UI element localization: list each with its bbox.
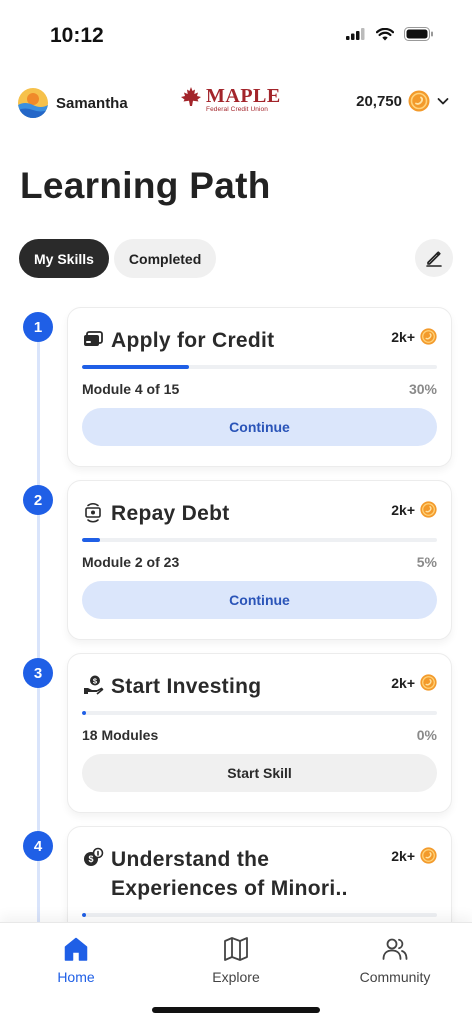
skill-reward: 2k+ xyxy=(391,328,437,345)
avatar[interactable] xyxy=(18,88,48,118)
svg-text:$: $ xyxy=(88,854,93,864)
module-count: 18 Modules xyxy=(82,727,159,743)
nav-label-community: Community xyxy=(359,969,431,985)
step-number-2: 2 xyxy=(23,485,53,515)
reward-value: 2k+ xyxy=(391,328,415,345)
user-name[interactable]: Samantha xyxy=(56,95,128,112)
progress-bar xyxy=(82,365,437,369)
skill-card-repay-debt[interactable]: Repay Debt 2k+ Module 2 of 23 5% Continu… xyxy=(67,480,452,640)
points-value: 20,750 xyxy=(356,92,402,110)
tab-my-skills[interactable]: My Skills xyxy=(19,239,109,278)
status-icons xyxy=(346,27,434,41)
progress-percent: 0% xyxy=(416,727,437,743)
skill-title: Understand the Experiences of Minori.. xyxy=(111,848,348,900)
nav-label-home: Home xyxy=(57,969,95,985)
progress-fill xyxy=(82,538,100,542)
wifi-icon xyxy=(376,27,394,40)
brand-logo: MAPLE Federal Credit Union xyxy=(180,86,281,114)
reward-value: 2k+ xyxy=(391,501,415,518)
skill-title: Apply for Credit xyxy=(111,329,275,352)
pencil-icon xyxy=(426,251,442,267)
tab-completed[interactable]: Completed xyxy=(113,239,217,278)
map-icon xyxy=(224,937,248,961)
skill-title: Start Investing xyxy=(111,675,262,698)
skill-reward: 2k+ xyxy=(391,847,437,864)
home-indicator xyxy=(152,1007,320,1013)
avatar-image xyxy=(18,88,48,118)
skill-reward: 2k+ xyxy=(391,674,437,691)
skill-card-start-investing[interactable]: $ Start Investing 2k+ 18 Modules 0% Star… xyxy=(67,653,452,813)
start-skill-button[interactable]: Start Skill xyxy=(82,754,437,792)
reward-value: 2k+ xyxy=(391,847,415,864)
page-title: Learning Path xyxy=(20,165,271,206)
coin-icon xyxy=(408,90,430,112)
skill-card-apply-for-credit[interactable]: Apply for Credit 2k+ Module 4 of 15 30% … xyxy=(67,307,452,467)
progress-bar xyxy=(82,538,437,542)
step-number-4: 4 xyxy=(23,831,53,861)
reward-value: 2k+ xyxy=(391,674,415,691)
nav-label-explore: Explore xyxy=(212,969,260,985)
step-number-1: 1 xyxy=(23,312,53,342)
coin-icon xyxy=(420,674,437,691)
battery-icon xyxy=(404,27,433,41)
module-count: Module 2 of 23 xyxy=(82,554,180,570)
skill-title: Repay Debt xyxy=(111,502,230,525)
nav-community[interactable]: Community xyxy=(340,935,450,985)
coin-icon xyxy=(420,847,437,864)
skill-reward: 2k+ xyxy=(391,501,437,518)
status-bar: 10:12 xyxy=(0,0,472,70)
coin-icon xyxy=(420,328,437,345)
progress-bar xyxy=(82,711,437,715)
step-number-3: 3 xyxy=(23,658,53,688)
continue-button[interactable]: Continue xyxy=(82,408,437,446)
nav-home[interactable]: Home xyxy=(21,935,131,985)
coin-icon xyxy=(420,501,437,518)
continue-button[interactable]: Continue xyxy=(82,581,437,619)
nav-explore[interactable]: Explore xyxy=(181,935,291,985)
brand-name: MAPLE xyxy=(206,85,281,107)
maple-leaf-icon xyxy=(181,87,201,106)
hand-coin-icon: $ xyxy=(84,675,104,695)
users-icon xyxy=(382,938,408,960)
home-icon xyxy=(64,937,88,961)
status-time: 10:12 xyxy=(50,24,104,47)
signal-icon xyxy=(346,28,365,40)
credit-card-icon xyxy=(84,331,103,346)
progress-fill xyxy=(82,711,86,715)
tab-bar: My Skills Completed xyxy=(19,239,217,278)
header: Samantha MAPLE Federal Credit Union 20,7… xyxy=(18,86,450,120)
coin-info-icon: $ xyxy=(84,847,104,866)
brand-subtitle: Federal Credit Union xyxy=(206,106,268,113)
chevron-down-icon[interactable] xyxy=(436,94,450,108)
cash-cycle-icon xyxy=(85,503,101,523)
progress-fill xyxy=(82,365,189,369)
progress-bar xyxy=(82,913,437,917)
progress-percent: 30% xyxy=(408,381,437,397)
edit-button[interactable] xyxy=(415,239,453,277)
progress-percent: 5% xyxy=(416,554,437,570)
points-balance[interactable]: 20,750 xyxy=(356,90,450,112)
progress-fill xyxy=(82,913,86,917)
module-count: Module 4 of 15 xyxy=(82,381,180,397)
